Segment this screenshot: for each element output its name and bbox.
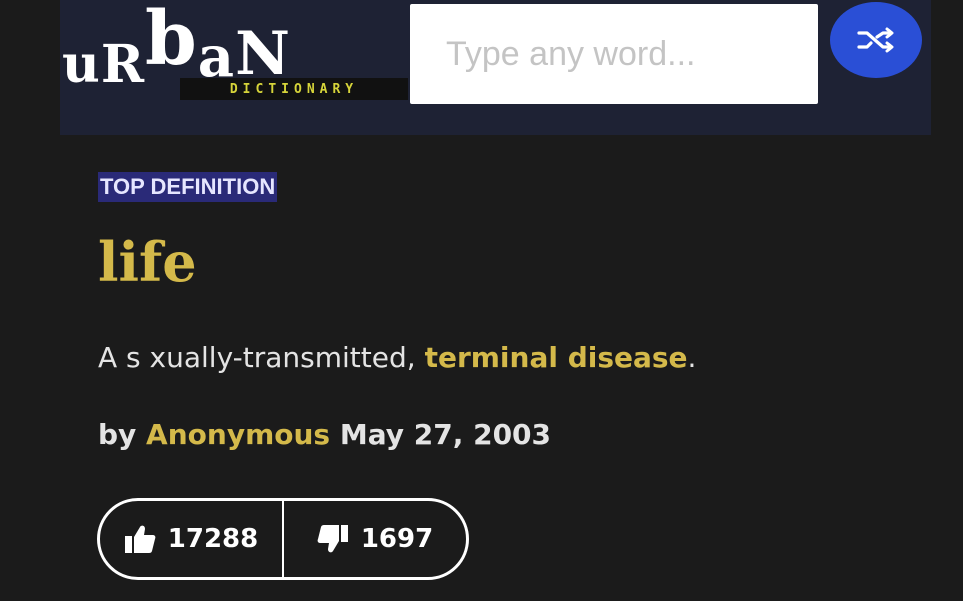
random-word-button[interactable] — [830, 2, 922, 78]
search-input[interactable] — [410, 4, 818, 104]
urban-dictionary-logo[interactable]: uRbaN DICTIONARY — [62, 0, 408, 102]
downvote-count: 1697 — [360, 524, 434, 554]
post-date: May 27, 2003 — [339, 418, 552, 451]
shuffle-icon — [857, 27, 894, 53]
definition-suffix: . — [687, 341, 697, 374]
downvote-button[interactable]: 1697 — [284, 501, 466, 577]
definition-link[interactable]: terminal disease — [425, 341, 688, 374]
thumbs-up-icon — [124, 525, 156, 553]
vote-buttons: 17288 1697 — [97, 498, 469, 580]
definition-text: A s xually-transmitted, terminal disease… — [98, 336, 696, 380]
byline: by Anonymous May 27, 2003 — [98, 414, 551, 456]
top-definition-badge: TOP DEFINITION — [98, 172, 278, 202]
author-link[interactable]: Anonymous — [146, 418, 330, 451]
logo-wordmark: uRbaN — [62, 0, 291, 95]
logo-subtitle: DICTIONARY — [180, 78, 408, 100]
upvote-count: 17288 — [167, 524, 259, 554]
thumbs-down-icon — [317, 525, 348, 553]
byline-by: by — [98, 418, 137, 451]
defined-word[interactable]: life — [98, 220, 197, 304]
definition-prefix: A s xually-transmitted, — [98, 341, 425, 374]
upvote-button[interactable]: 17288 — [100, 501, 284, 577]
